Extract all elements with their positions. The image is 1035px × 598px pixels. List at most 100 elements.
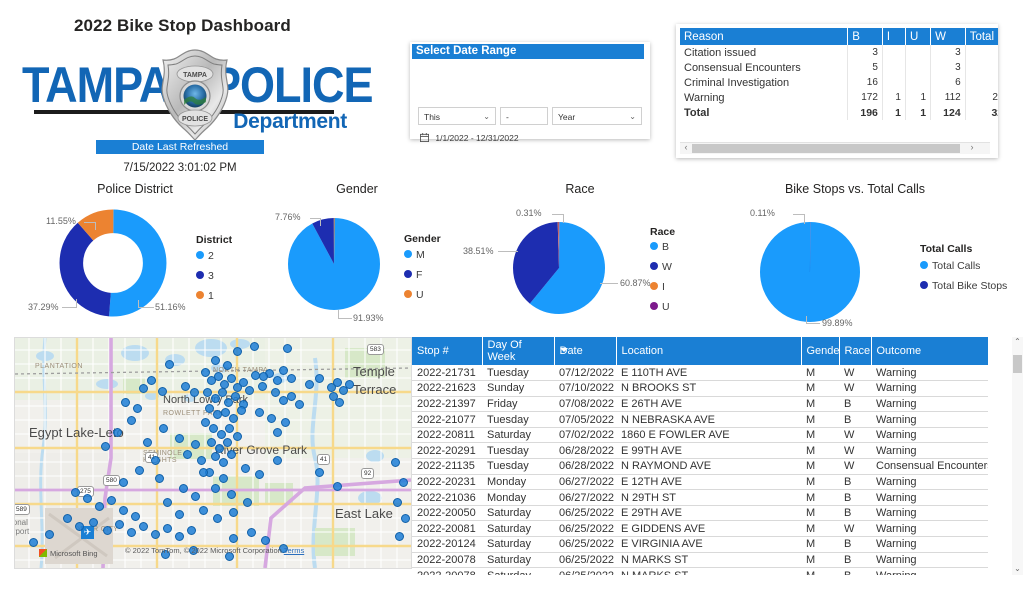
reason-col-header-reason[interactable]: Reason	[680, 28, 848, 45]
table-row[interactable]: 2022-20124Saturday06/25/2022E VIRGINIA A…	[412, 537, 988, 553]
cell-race: B	[839, 568, 871, 575]
map-pin	[258, 382, 267, 391]
scroll-right-icon[interactable]: ›	[966, 142, 978, 152]
race-label-031: 0.31%	[516, 208, 542, 218]
table-row[interactable]: 2022-20050Saturday06/25/2022E 29TH AVEMB…	[412, 505, 988, 521]
reason-horizontal-scrollbar[interactable]: ‹ ›	[680, 142, 990, 154]
date-separator-field[interactable]: -	[500, 107, 548, 125]
table-row[interactable]: Criminal Investigation 16 6 22	[680, 75, 998, 90]
map-terms-link[interactable]: Terms	[284, 546, 304, 555]
reason-col-header-total[interactable]: Total	[965, 28, 998, 45]
cell-stop: 2022-21135	[412, 459, 482, 475]
legend-label: Total Bike Stops	[932, 280, 1007, 292]
bike-stop-map[interactable]: PLANTATION NORTH TAMPA North Lowry Park …	[14, 337, 412, 569]
sort-descending-icon	[560, 348, 568, 352]
cell-date: 07/05/2022	[554, 412, 616, 428]
table-row[interactable]: 2022-20811Saturday07/02/20221860 E FOWLE…	[412, 427, 988, 443]
reason-cell-u	[905, 75, 930, 90]
reason-cell-w: 112	[931, 90, 966, 105]
legend-item-race-u[interactable]: U	[650, 301, 670, 313]
legend-item-race-b[interactable]: B	[650, 241, 669, 253]
legend-swatch-icon	[196, 271, 204, 279]
reason-cell-i	[882, 45, 905, 60]
table-row[interactable]: Citation issued 3 3 6	[680, 45, 998, 60]
cell-stop: 2022-20081	[412, 521, 482, 537]
table-row[interactable]: 2022-20231Monday06/27/2022E 12TH AVEMBWa…	[412, 474, 988, 490]
legend-item-gender-u[interactable]: U	[404, 289, 424, 301]
map-pin	[345, 380, 354, 389]
relative-date-dropdown[interactable]: This ⌄	[418, 107, 496, 125]
reason-col-header-w[interactable]: W	[931, 28, 966, 45]
cell-outcome: Warning	[871, 365, 988, 381]
cell-stop: 2022-20231	[412, 474, 482, 490]
leader-line	[804, 214, 805, 224]
table-row[interactable]: 2022-20081Saturday06/25/2022E GIDDENS AV…	[412, 521, 988, 537]
reason-cell-u: 1	[905, 105, 930, 120]
scroll-left-icon[interactable]: ‹	[680, 142, 692, 152]
legend-item-race-w[interactable]: W	[650, 261, 672, 273]
cell-date: 07/08/2022	[554, 396, 616, 412]
cell-location: E 99TH AVE	[616, 443, 801, 459]
table-row[interactable]: 2022-21397Friday07/08/2022E 26TH AVEMBWa…	[412, 396, 988, 412]
district-label-37: 37.29%	[28, 302, 59, 312]
reason-cell-label: Warning	[680, 90, 848, 105]
table-row[interactable]: 2022-20078Saturday06/25/2022N MARKS STMB…	[412, 568, 988, 575]
column-header-gender[interactable]: Gender	[801, 337, 839, 365]
bike-stops-vs-calls-pie-chart[interactable]	[760, 222, 860, 322]
legend-item-race-i[interactable]: I	[650, 281, 665, 293]
reason-col-header-i[interactable]: I	[882, 28, 905, 45]
gender-pie-chart[interactable]	[288, 218, 380, 310]
legend-item-gender-f[interactable]: F	[404, 269, 422, 281]
legend-item-district-2[interactable]: 2	[196, 250, 214, 262]
cell-gender: M	[801, 521, 839, 537]
column-header-outcome[interactable]: Outcome	[871, 337, 988, 365]
map-pin	[229, 414, 238, 423]
reason-cell-label: Total	[680, 105, 848, 120]
table-row[interactable]: Warning 172 1 1 112 286	[680, 90, 998, 105]
leader-line	[600, 283, 618, 284]
column-header-location[interactable]: Location	[616, 337, 801, 365]
legend-swatch-icon	[404, 250, 412, 258]
chart-title-bike-stops-vs-calls: Bike Stops vs. Total Calls	[760, 182, 950, 196]
cell-location: N BROOKS ST	[616, 381, 801, 397]
map-pin	[135, 466, 144, 475]
scroll-down-icon[interactable]: ⌄	[1012, 564, 1023, 573]
table-row[interactable]: 2022-20078Saturday06/25/2022N MARKS STMB…	[412, 552, 988, 568]
leader-line	[806, 323, 820, 324]
legend-item-gender-m[interactable]: M	[404, 249, 425, 261]
cell-location: E GIDDENS AVE	[616, 521, 801, 537]
scroll-up-icon[interactable]: ⌃	[1012, 337, 1023, 346]
map-pin	[393, 498, 402, 507]
table-row[interactable]: 2022-20291Tuesday06/28/2022E 99TH AVEMWW…	[412, 443, 988, 459]
table-row[interactable]: 2022-21036Monday06/27/2022N 29TH STMBWar…	[412, 490, 988, 506]
page-title: 2022 Bike Stop Dashboard	[74, 16, 291, 36]
table-row[interactable]: 2022-21135Tuesday06/28/2022N RAYMOND AVE…	[412, 459, 988, 475]
column-header-day-of-week[interactable]: Day Of Week	[482, 337, 554, 365]
detail-table-body: 2022-21731Tuesday07/12/2022E 110TH AVEMW…	[412, 365, 988, 575]
legend-item-total-bike-stops[interactable]: Total Bike Stops	[920, 280, 1007, 292]
map-pin	[287, 374, 296, 383]
reason-col-header-u[interactable]: U	[905, 28, 930, 45]
column-header-stop-number[interactable]: Stop #	[412, 337, 482, 365]
legend-item-district-3[interactable]: 3	[196, 270, 214, 282]
column-header-date[interactable]: Date	[554, 337, 616, 365]
race-pie-chart[interactable]	[513, 222, 605, 314]
table-row[interactable]: Consensual Encounters 5 3 8	[680, 60, 998, 75]
legend-title-race: Race	[650, 226, 675, 238]
legend-label: M	[416, 249, 425, 261]
logo-word-tampa: TAMPA	[22, 56, 170, 114]
scrollbar-thumb[interactable]	[1013, 355, 1022, 373]
table-row[interactable]: 2022-21623Sunday07/10/2022N BROOKS STMWW…	[412, 381, 988, 397]
column-header-race[interactable]: Race	[839, 337, 871, 365]
table-row[interactable]: 2022-21731Tuesday07/12/2022E 110TH AVEMW…	[412, 365, 988, 381]
legend-item-total-calls[interactable]: Total Calls	[920, 260, 980, 272]
reason-cell-i: 1	[882, 105, 905, 120]
scrollbar-thumb[interactable]	[692, 144, 960, 153]
table-row[interactable]: 2022-21077Tuesday07/05/2022N NEBRASKA AV…	[412, 412, 988, 428]
reason-cell-i	[882, 60, 905, 75]
period-dropdown[interactable]: Year ⌄	[552, 107, 642, 125]
detail-table-vertical-scrollbar[interactable]: ⌃ ⌄	[1012, 337, 1023, 575]
reason-total-row[interactable]: Total 196 1 1 124 322	[680, 105, 998, 120]
reason-col-header-b[interactable]: B	[848, 28, 883, 45]
legend-item-district-1[interactable]: 1	[196, 290, 214, 302]
